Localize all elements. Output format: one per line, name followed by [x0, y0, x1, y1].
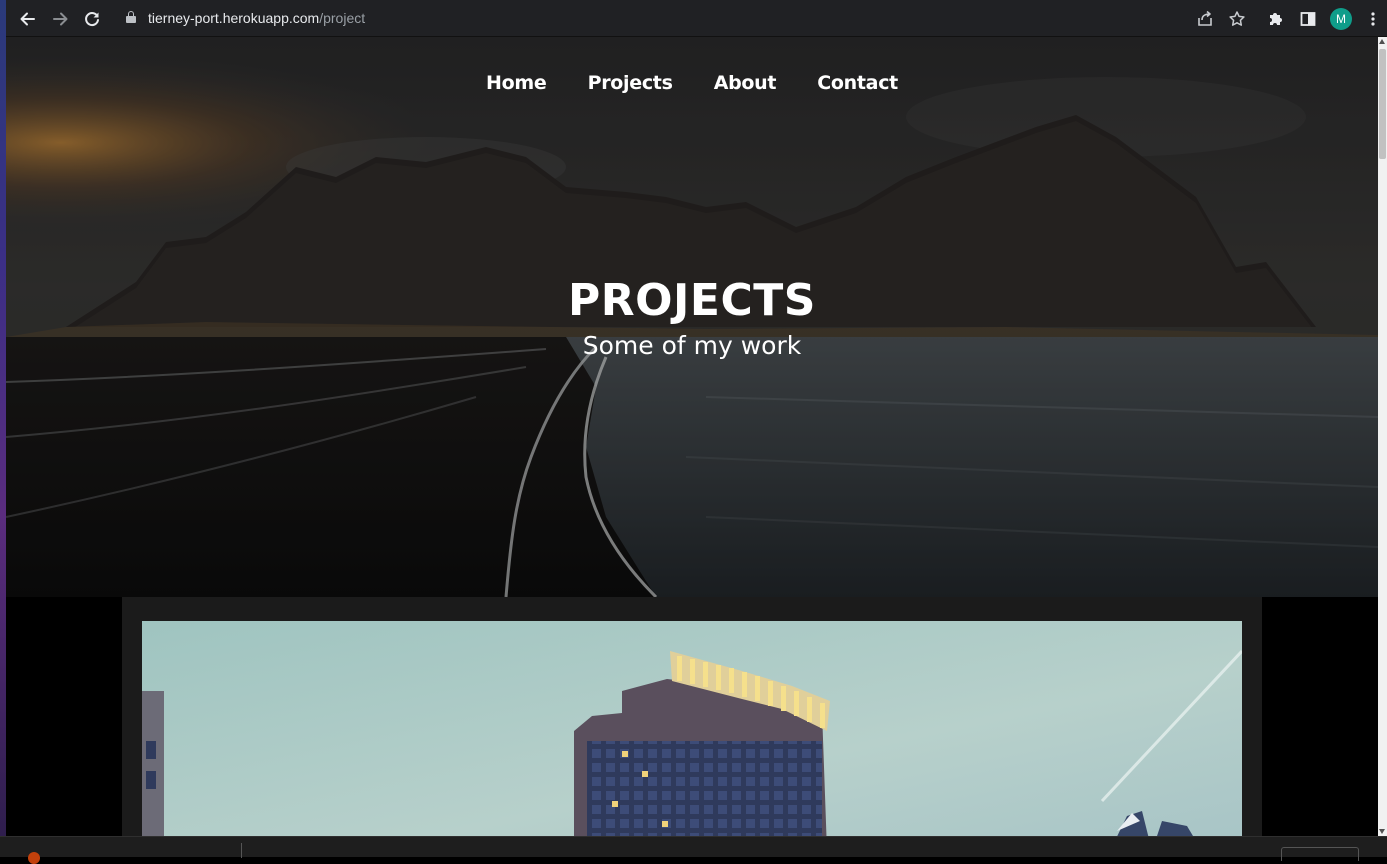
share-icon — [1198, 10, 1212, 26]
page-subtitle: Some of my work — [582, 331, 802, 360]
forward-button[interactable] — [49, 8, 71, 30]
page-scrollbar[interactable] — [1378, 37, 1387, 836]
skyscraper-photo — [142, 621, 1242, 836]
arrow-right-icon — [53, 12, 68, 26]
reload-icon — [85, 12, 99, 27]
lock-icon[interactable] — [126, 11, 136, 23]
scroll-up-icon[interactable] — [1379, 39, 1385, 44]
nav-link-contact[interactable]: Contact — [817, 72, 898, 94]
hero-section: Home Projects About Contact PROJECTS Som… — [6, 37, 1378, 597]
taskbar-item[interactable] — [1281, 847, 1359, 861]
project-image[interactable] — [142, 621, 1242, 836]
taskbar — [0, 836, 1387, 864]
scroll-down-icon[interactable] — [1379, 829, 1385, 834]
site-nav: Home Projects About Contact — [6, 72, 1378, 94]
arrow-left-icon — [20, 12, 35, 26]
share-button[interactable] — [1195, 9, 1215, 29]
url-host: tierney-port.herokuapp.com — [148, 10, 320, 26]
back-button[interactable] — [17, 8, 39, 30]
taskbar-app-icon[interactable] — [28, 852, 40, 864]
nav-link-projects[interactable]: Projects — [588, 72, 673, 94]
extensions-button[interactable] — [1266, 9, 1286, 29]
kebab-menu-icon — [1371, 12, 1375, 26]
page-viewport: Home Projects About Contact PROJECTS Som… — [6, 37, 1378, 836]
star-icon — [1229, 11, 1245, 26]
page-title: PROJECTS — [568, 275, 816, 326]
url-path: /project — [319, 10, 366, 26]
profile-avatar[interactable]: M — [1330, 8, 1352, 30]
project-card[interactable] — [122, 597, 1262, 836]
nav-link-about[interactable]: About — [714, 72, 777, 94]
reload-button[interactable] — [81, 8, 103, 30]
side-panel-button[interactable] — [1298, 9, 1318, 29]
puzzle-icon — [1270, 13, 1282, 25]
address-bar[interactable]: tierney-port.herokuapp.com/project — [148, 10, 365, 26]
browser-toolbar: tierney-port.herokuapp.com/project M — [6, 0, 1387, 37]
side-panel-icon — [1300, 12, 1316, 26]
nav-link-home[interactable]: Home — [486, 72, 547, 94]
bookmark-button[interactable] — [1227, 9, 1247, 29]
menu-button[interactable] — [1363, 9, 1383, 29]
scrollbar-thumb[interactable] — [1379, 49, 1386, 159]
taskbar-separator — [241, 843, 242, 858]
